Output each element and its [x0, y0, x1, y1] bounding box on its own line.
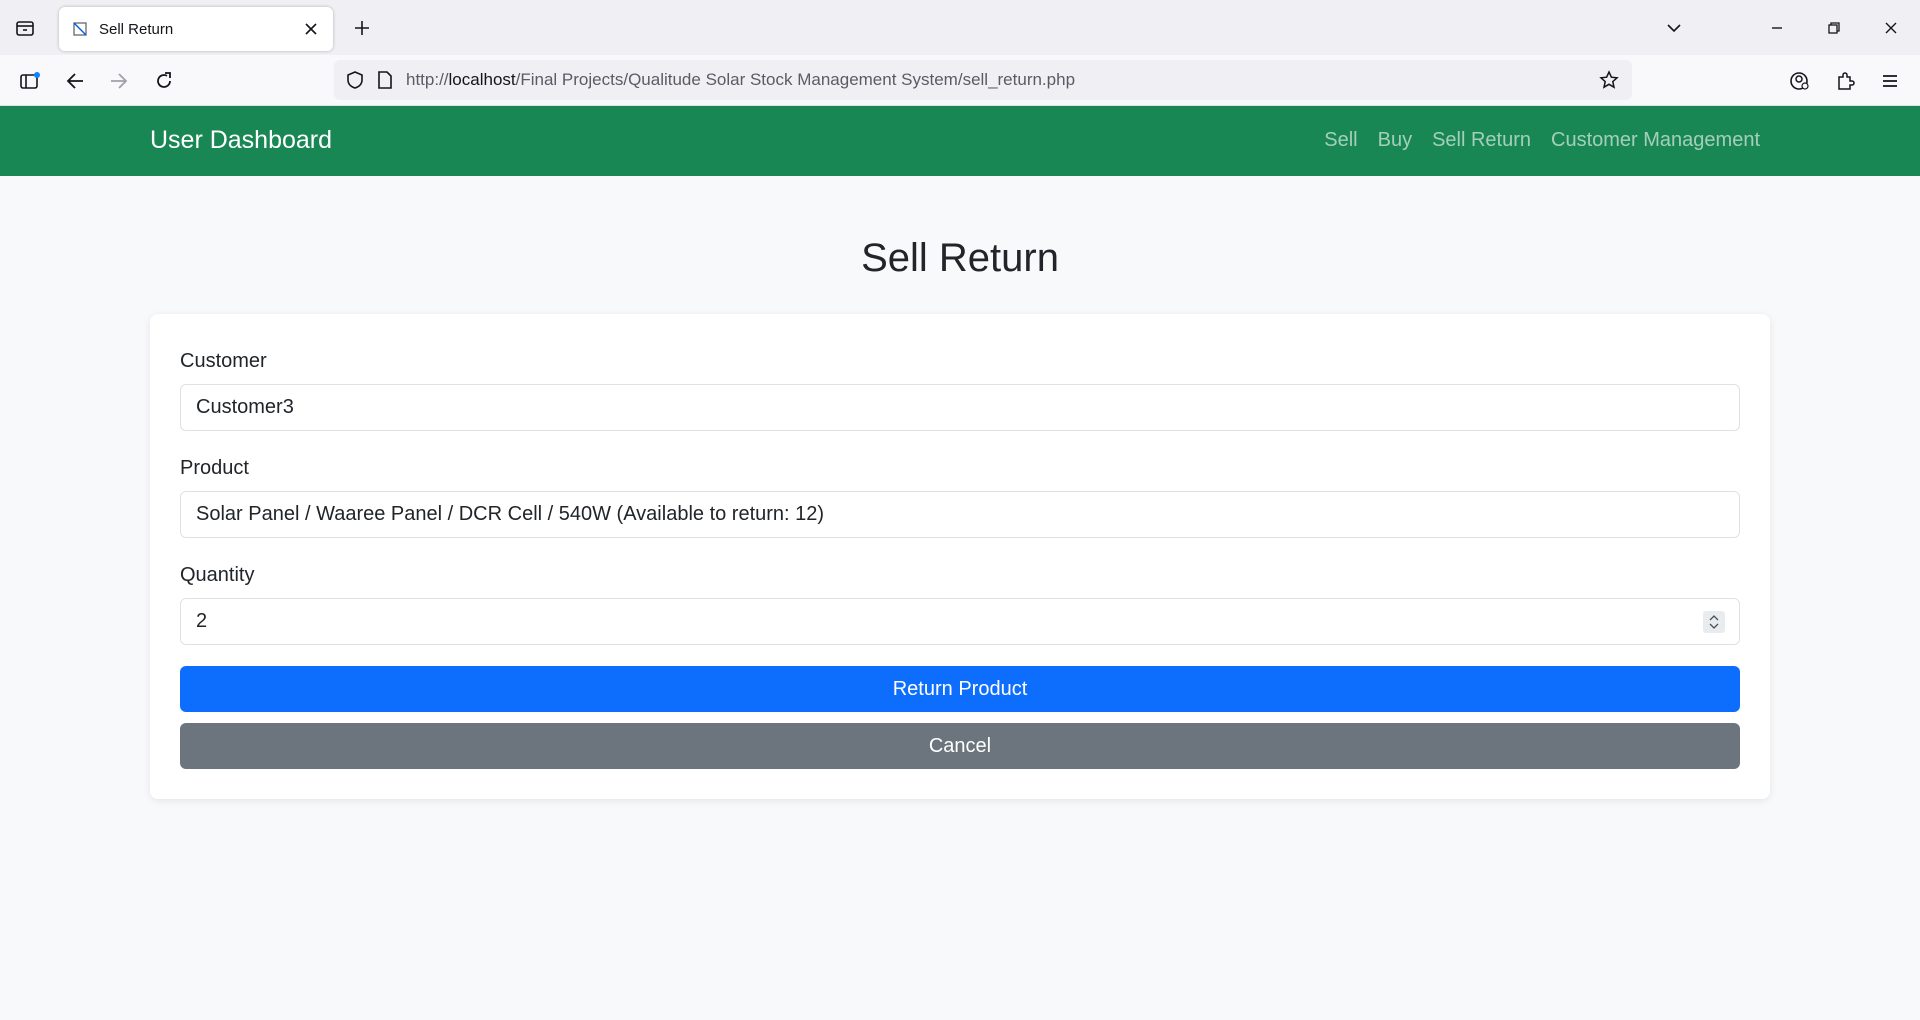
- customer-value: Customer3: [196, 396, 294, 418]
- url-host: localhost: [448, 70, 516, 89]
- chevron-up-icon[interactable]: [1709, 615, 1719, 621]
- browser-tab[interactable]: Sell Return: [59, 7, 333, 51]
- product-label: Product: [180, 457, 249, 479]
- product-value: Solar Panel / Waaree Panel / DCR Cell / …: [196, 503, 825, 525]
- page-title: Sell Return: [861, 236, 1059, 280]
- list-all-tabs-icon[interactable]: [1660, 14, 1688, 42]
- page-favicon-icon: [71, 20, 89, 38]
- quantity-value: 2: [196, 610, 208, 632]
- return-product-button[interactable]: Return Product: [180, 666, 1740, 712]
- nav-link-sell-return[interactable]: Sell Return: [1432, 129, 1531, 152]
- brand-title[interactable]: User Dashboard: [150, 126, 332, 155]
- shield-icon[interactable]: [344, 69, 366, 91]
- new-tab-icon[interactable]: [348, 14, 376, 42]
- customer-select[interactable]: Customer3: [180, 384, 1740, 431]
- nav-link-sell[interactable]: Sell: [1324, 129, 1357, 152]
- menu-icon[interactable]: [1874, 65, 1906, 97]
- restore-icon[interactable]: [1820, 14, 1848, 42]
- reload-icon[interactable]: [148, 65, 180, 97]
- page-icon[interactable]: [374, 69, 396, 91]
- back-icon[interactable]: [59, 65, 91, 97]
- address-bar[interactable]: http://localhost/Final Projects/Qualitud…: [334, 60, 1632, 100]
- nav-link-customer-management[interactable]: Customer Management: [1551, 129, 1760, 152]
- url-path: /Final Projects/Qualitude Solar Stock Ma…: [515, 70, 1076, 89]
- app-navbar: User Dashboard Sell Buy Sell Return Cust…: [0, 106, 1920, 176]
- quantity-input[interactable]: 2: [180, 598, 1740, 645]
- nav-links: Sell Buy Sell Return Customer Management: [1324, 129, 1760, 152]
- tab-list-icon[interactable]: [12, 15, 38, 41]
- close-tab-icon[interactable]: [301, 19, 321, 39]
- sell-return-form: Customer Customer3 Product Solar Panel /…: [150, 314, 1770, 799]
- nav-link-buy[interactable]: Buy: [1378, 129, 1412, 152]
- account-icon[interactable]: [1783, 65, 1815, 97]
- extensions-icon[interactable]: [1829, 65, 1861, 97]
- chevron-down-icon[interactable]: [1709, 623, 1719, 629]
- url-prefix: http://: [406, 70, 449, 89]
- quantity-stepper[interactable]: [1703, 611, 1725, 633]
- customer-label: Customer: [180, 350, 267, 372]
- product-select[interactable]: Solar Panel / Waaree Panel / DCR Cell / …: [180, 491, 1740, 538]
- close-window-icon[interactable]: [1877, 14, 1905, 42]
- sidebar-icon[interactable]: [14, 65, 46, 97]
- browser-tab-bar: Sell Return: [0, 0, 1920, 55]
- forward-icon[interactable]: [103, 65, 135, 97]
- quantity-label: Quantity: [180, 564, 255, 586]
- cancel-button[interactable]: Cancel: [180, 723, 1740, 769]
- bookmark-star-icon[interactable]: [1598, 69, 1620, 91]
- browser-toolbar: http://localhost/Final Projects/Qualitud…: [0, 55, 1920, 106]
- tab-title: Sell Return: [99, 20, 174, 38]
- url-text: http://localhost/Final Projects/Qualitud…: [406, 70, 1075, 90]
- minimize-icon[interactable]: [1763, 14, 1791, 42]
